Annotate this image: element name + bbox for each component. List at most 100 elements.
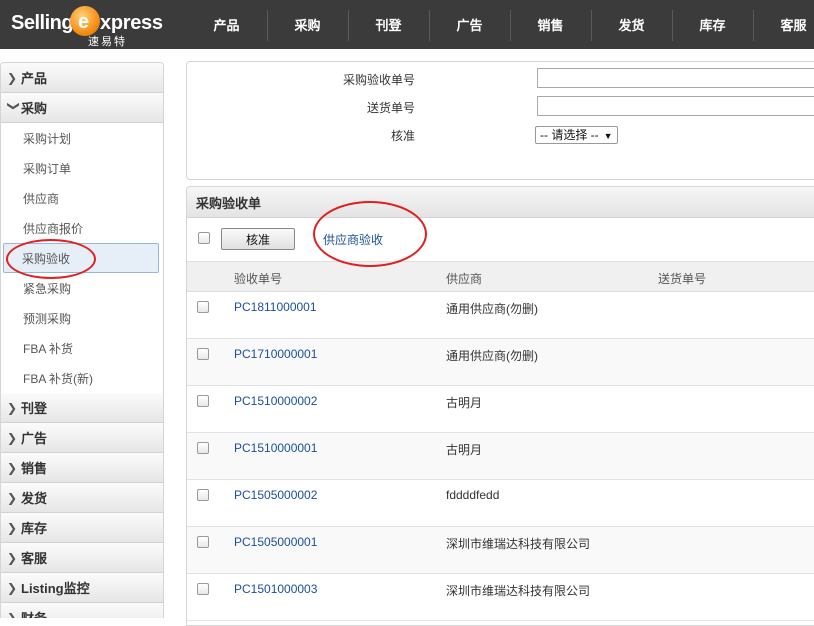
row-checkbox[interactable] xyxy=(197,395,209,407)
receipt-no-link[interactable]: PC1510000001 xyxy=(234,441,317,455)
supplier-cell: 通用供应商(勿删) xyxy=(446,302,538,316)
svg-text:e: e xyxy=(78,11,89,33)
select-all-checkbox[interactable] xyxy=(198,232,210,244)
top-nav-bar: Selling e xpress 速易特 产品 采购 刊登 广告 销售 发货 库… xyxy=(0,0,814,49)
supplier-receipt-link[interactable]: 供应商验收 xyxy=(323,231,383,248)
brand-logo[interactable]: Selling e xpress 速易特 xyxy=(8,4,163,48)
sidebar-group-shipping[interactable]: ❯ 发货 xyxy=(1,483,163,513)
chevron-right-icon: ❯ xyxy=(7,460,18,475)
sidebar-item-urgent-purchase[interactable]: 紧急采购 xyxy=(1,273,163,303)
main-nav: 产品 采购 刊登 广告 销售 发货 库存 客服 xyxy=(186,0,814,49)
panel-title: 采购验收单 xyxy=(187,187,814,218)
chevron-right-icon: ❯ xyxy=(7,490,18,505)
chevron-right-icon: ❯ xyxy=(7,580,18,595)
sidebar-item-purchase-order[interactable]: 采购订单 xyxy=(1,153,163,183)
table-row: PC1505000001 深圳市维瑞达科技有限公司 xyxy=(187,527,814,574)
nav-item-ads[interactable]: 广告 xyxy=(429,0,510,49)
sidebar-group-label: 产品 xyxy=(21,71,48,86)
column-header-supplier[interactable]: 供应商 xyxy=(446,270,482,287)
receipt-no-link[interactable]: PC1505000002 xyxy=(234,488,317,502)
table-row: PC1505000002 fddddfedd xyxy=(187,480,814,527)
nav-item-listing[interactable]: 刊登 xyxy=(348,0,429,49)
sidebar-group-label: 销售 xyxy=(21,461,48,476)
nav-item-purchasing[interactable]: 采购 xyxy=(267,0,348,49)
table-row: PC1811000001 通用供应商(勿删) xyxy=(187,292,814,339)
chevron-right-icon: ❯ xyxy=(7,400,18,415)
receipt-no-link[interactable]: PC1505000001 xyxy=(234,535,317,549)
supplier-cell: 深圳市维瑞达科技有限公司 xyxy=(446,584,591,598)
sidebar-group-listing-monitor[interactable]: ❯ Listing监控 xyxy=(1,573,163,603)
sidebar-group-inventory[interactable]: ❯ 库存 xyxy=(1,513,163,543)
sidebar-group-customer-service[interactable]: ❯ 客服 xyxy=(1,543,163,573)
table-header: 验收单号 供应商 送货单号 xyxy=(187,262,814,292)
sidebar-group-label: 刊登 xyxy=(21,401,48,416)
nav-item-sales[interactable]: 销售 xyxy=(510,0,591,49)
sidebar-group-label: 发货 xyxy=(21,491,48,506)
sidebar-group-sales[interactable]: ❯ 销售 xyxy=(1,453,163,483)
supplier-cell: 古明月 xyxy=(446,443,483,457)
row-checkbox[interactable] xyxy=(197,489,209,501)
nav-item-customer-service[interactable]: 客服 xyxy=(753,0,814,49)
chevron-down-icon: ❯ xyxy=(7,100,21,111)
sidebar-group-label: 客服 xyxy=(21,551,48,566)
sidebar-group-ads[interactable]: ❯ 广告 xyxy=(1,423,163,453)
chevron-right-icon: ❯ xyxy=(7,520,18,535)
approve-select[interactable]: -- 请选择 -- ▼ xyxy=(535,126,618,144)
supplier-cell: 深圳市维瑞达科技有限公司 xyxy=(446,537,591,551)
row-checkbox[interactable] xyxy=(197,583,209,595)
receipt-no-input[interactable] xyxy=(537,68,814,88)
sidebar-item-purchase-plan[interactable]: 采购计划 xyxy=(1,123,163,153)
sidebar-group-finance[interactable]: ❯ 财务 xyxy=(1,603,163,618)
logo-word-express: xpress xyxy=(100,12,163,34)
column-header-delivery-no[interactable]: 送货单号 xyxy=(658,270,706,287)
table-row: PC1501000003 深圳市维瑞达科技有限公司 xyxy=(187,574,814,621)
row-checkbox[interactable] xyxy=(197,442,209,454)
approve-select-value: -- 请选择 -- xyxy=(540,128,599,142)
sidebar-group-listing[interactable]: ❯ 刊登 xyxy=(1,393,163,423)
receipt-no-link[interactable]: PC1710000001 xyxy=(234,347,317,361)
supplier-cell: fddddfedd xyxy=(446,488,500,502)
sidebar-group-purchasing[interactable]: ❯ 采购 xyxy=(1,93,163,123)
table-row: PC1510000002 古明月 xyxy=(187,386,814,433)
receipt-no-row: 采购验收单号 xyxy=(187,68,814,90)
approve-button[interactable]: 核准 xyxy=(221,228,295,250)
sidebar-item-fba-replenish-new[interactable]: FBA 补货(新) xyxy=(1,363,163,393)
logo-subtitle: 速易特 xyxy=(88,36,127,48)
sidebar-item-purchase-receipt[interactable]: 采购验收 xyxy=(3,243,159,273)
receipt-no-link[interactable]: PC1501000003 xyxy=(234,582,317,596)
sidebar: ❯ 产品 ❯ 采购 采购计划 采购订单 供应商 供应商报价 采购验收 紧急采购 … xyxy=(0,62,164,618)
row-checkbox[interactable] xyxy=(197,301,209,313)
nav-item-shipping[interactable]: 发货 xyxy=(591,0,672,49)
delivery-no-label: 送货单号 xyxy=(366,101,415,115)
receipt-no-link[interactable]: PC1510000002 xyxy=(234,394,317,408)
receipt-list-panel: 采购验收单 核准 供应商验收 验收单号 供应商 送货单号 PC181100000… xyxy=(186,186,814,626)
approve-filter-label: 核准 xyxy=(390,129,415,143)
nav-item-inventory[interactable]: 库存 xyxy=(672,0,753,49)
chevron-right-icon: ❯ xyxy=(7,610,18,619)
chevron-right-icon: ❯ xyxy=(7,550,18,565)
delivery-no-row: 送货单号 xyxy=(187,96,814,118)
row-checkbox[interactable] xyxy=(197,348,209,360)
table-body: PC1811000001 通用供应商(勿删) PC1710000001 通用供应… xyxy=(187,292,814,621)
row-checkbox[interactable] xyxy=(197,536,209,548)
supplier-cell: 古明月 xyxy=(446,396,483,410)
chevron-right-icon: ❯ xyxy=(7,70,18,85)
delivery-no-input[interactable] xyxy=(537,96,814,116)
table-row: PC1510000001 古明月 xyxy=(187,433,814,480)
supplier-cell: 通用供应商(勿删) xyxy=(446,349,538,363)
receipt-no-label: 采购验收单号 xyxy=(342,73,415,87)
sidebar-group-products[interactable]: ❯ 产品 xyxy=(1,63,163,93)
nav-item-products[interactable]: 产品 xyxy=(186,0,267,49)
sidebar-item-fba-replenish[interactable]: FBA 补货 xyxy=(1,333,163,363)
sidebar-item-forecast-purchase[interactable]: 预测采购 xyxy=(1,303,163,333)
table-row: PC1710000001 通用供应商(勿删) xyxy=(187,339,814,386)
sidebar-item-supplier-quote[interactable]: 供应商报价 xyxy=(1,213,163,243)
sidebar-group-label: Listing监控 xyxy=(21,581,90,596)
receipt-no-link[interactable]: PC1811000001 xyxy=(234,300,317,314)
caret-down-icon: ▼ xyxy=(603,131,613,141)
logo-word-selling: Selling xyxy=(11,12,74,34)
column-header-receipt-no[interactable]: 验收单号 xyxy=(234,270,282,287)
sidebar-group-label: 库存 xyxy=(21,521,48,536)
sidebar-item-supplier[interactable]: 供应商 xyxy=(1,183,163,213)
sidebar-group-label: 财务 xyxy=(21,608,47,618)
